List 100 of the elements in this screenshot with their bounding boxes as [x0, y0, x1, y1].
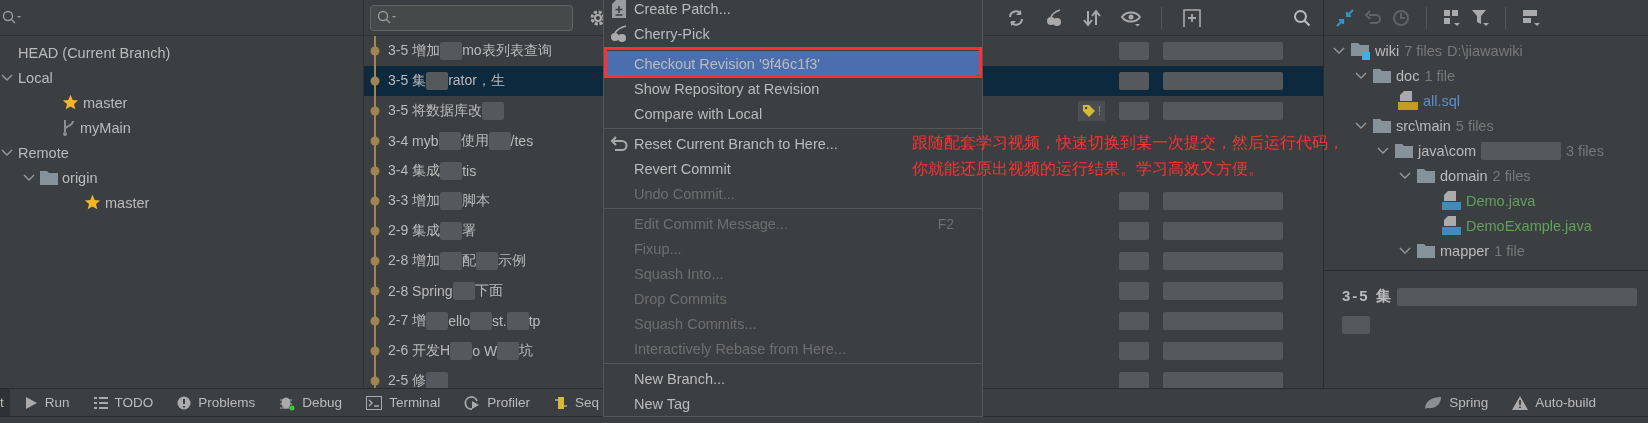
- branch-tree-item[interactable]: HEAD (Current Branch): [18, 44, 171, 61]
- commit-row[interactable]: 2-6 开发H o W 坑: [364, 336, 602, 366]
- menu-item[interactable]: Compare with Local: [604, 101, 904, 126]
- tool-window-button[interactable]: Problems: [165, 389, 268, 416]
- search-icon[interactable]: [2, 9, 22, 26]
- commit-message-fragment: tp: [528, 313, 541, 329]
- file-tree-item[interactable]: mapper: [1440, 242, 1490, 259]
- commit-row[interactable]: 3-3 增加 脚本: [364, 186, 602, 216]
- commit-row[interactable]: 3-5 集 rator，生: [364, 66, 602, 96]
- blurred-text: [1119, 72, 1149, 90]
- file-tree-item[interactable]: doc: [1396, 67, 1420, 84]
- tool-window-button[interactable]: Spring: [1412, 389, 1501, 416]
- tool-window-button[interactable]: t: [0, 389, 10, 416]
- sequence-icon: [553, 394, 568, 411]
- menu-item[interactable]: Revert Commit: [604, 156, 904, 181]
- collapse-icon[interactable]: [1336, 8, 1354, 27]
- commit-node: [369, 96, 381, 126]
- blurred-text: [469, 312, 492, 330]
- menu-item[interactable]: Cherry-Pick: [604, 21, 904, 46]
- commit-node: [369, 216, 381, 246]
- file-tree-item[interactable]: all.sql: [1423, 92, 1461, 109]
- commit-message-fragment: 配: [462, 252, 477, 270]
- commit-node: [369, 336, 381, 366]
- file-count: 7 files: [1404, 42, 1443, 59]
- branch-icon: [62, 118, 76, 137]
- tool-window-button[interactable]: Run: [11, 389, 82, 416]
- branch-tree-item[interactable]: master: [83, 94, 128, 111]
- commit-node: [369, 246, 381, 276]
- commit-message-fragment: 署: [462, 222, 477, 240]
- blurred-text: [488, 132, 511, 150]
- commit-row[interactable]: 2-8 Spring 下面: [364, 276, 602, 306]
- commit-row[interactable]: 2-5 修: [364, 366, 602, 388]
- branch-tree-item[interactable]: Local: [18, 69, 53, 86]
- folder-icon: [1395, 143, 1413, 158]
- blurred-text: [440, 42, 463, 60]
- commit-row[interactable]: 2-9 集成 署: [364, 216, 602, 246]
- terminal-icon: [366, 395, 383, 410]
- file-tree-item[interactable]: Demo.java: [1466, 192, 1536, 209]
- file-tree-item[interactable]: wiki: [1375, 42, 1400, 59]
- tool-window-button[interactable]: Auto-build: [1500, 389, 1608, 416]
- folder-icon: [40, 170, 58, 185]
- blurred-text: [438, 132, 461, 150]
- tool-window-button[interactable]: TODO: [81, 389, 166, 416]
- branch-tree-item[interactable]: Remote: [18, 144, 69, 161]
- file-count: 5 files: [1455, 117, 1494, 134]
- blurred-text: [1342, 316, 1370, 334]
- menu-item[interactable]: Show Repository at Revision: [604, 76, 904, 101]
- branch-tree-item[interactable]: master: [105, 194, 150, 211]
- commit-message-fragment: 2-7 增: [388, 312, 427, 330]
- blurred-text: [426, 372, 449, 388]
- file-tree-item[interactable]: DemoExample.java: [1466, 217, 1592, 234]
- tag-icon: [1081, 104, 1096, 118]
- commit-message-fragment: 3-5 将数据库改: [388, 102, 483, 120]
- commit-node: [369, 186, 381, 216]
- warning-icon: [1512, 395, 1529, 410]
- commit-row[interactable]: 3-4 集成 tis: [364, 156, 602, 186]
- menu-item[interactable]: New Branch...: [604, 366, 904, 391]
- commit-message-fragment: o W: [472, 343, 498, 359]
- commit-message-fragment: tis: [462, 163, 477, 179]
- file-tree-item[interactable]: java\com: [1418, 142, 1477, 159]
- file-tree-item[interactable]: domain: [1440, 167, 1488, 184]
- star-icon: [62, 94, 79, 111]
- sort-icon[interactable]: [1083, 8, 1101, 27]
- blurred-text: [450, 342, 473, 360]
- commit-message-fragment: 2-8 Spring: [388, 283, 453, 299]
- filter-icon[interactable]: [1471, 8, 1489, 27]
- commit-message-fragment: 下面: [474, 282, 503, 300]
- commit-row[interactable]: 3-5 增加 mo表列表查询: [364, 36, 602, 66]
- file-tree-item[interactable]: src\main: [1396, 117, 1451, 134]
- tool-window-button[interactable]: Terminal: [354, 389, 453, 416]
- folder-icon: [1373, 68, 1391, 83]
- tool-window-button[interactable]: Debug: [267, 389, 355, 416]
- menu-item[interactable]: Create Patch...: [604, 0, 904, 21]
- search-icon[interactable]: [1293, 8, 1311, 27]
- tool-window-button[interactable]: Profiler: [452, 389, 542, 416]
- blurred-text: [1119, 192, 1149, 210]
- layout-icon[interactable]: [1522, 8, 1540, 27]
- menu-item[interactable]: Reset Current Branch to Here...: [604, 131, 904, 156]
- commit-message-fragment: 坑: [519, 342, 534, 360]
- java-file-icon: [1442, 215, 1461, 236]
- group-by-icon[interactable]: [1443, 8, 1461, 27]
- commit-message-fragment: 脚本: [462, 192, 491, 210]
- folder-icon: [1417, 243, 1435, 258]
- refresh-icon[interactable]: [1007, 8, 1025, 27]
- commit-message-fragment: /tes: [510, 133, 534, 149]
- branch-tree-item[interactable]: origin: [62, 169, 98, 186]
- search-icon: [377, 9, 397, 26]
- commit-row[interactable]: 3-5 将数据库改: [364, 96, 602, 126]
- commit-message-fragment: 3-5 集: [388, 72, 427, 90]
- branch-tree-item[interactable]: myMain: [80, 119, 131, 136]
- profiler-icon: [464, 394, 481, 411]
- commit-row[interactable]: 3-4 myb 使用 /tes: [364, 126, 602, 156]
- blurred-text: [506, 312, 529, 330]
- file-count: 1 file: [1494, 242, 1525, 259]
- cherry-icon[interactable]: [1045, 8, 1063, 27]
- new-tab-icon[interactable]: [1182, 7, 1202, 28]
- commit-row[interactable]: 2-7 增 ello st. tp: [364, 306, 602, 336]
- commit-row[interactable]: 2-8 增加 配 示例: [364, 246, 602, 276]
- commit-row-end[interactable]: [982, 66, 1323, 96]
- search-field[interactable]: [370, 4, 573, 31]
